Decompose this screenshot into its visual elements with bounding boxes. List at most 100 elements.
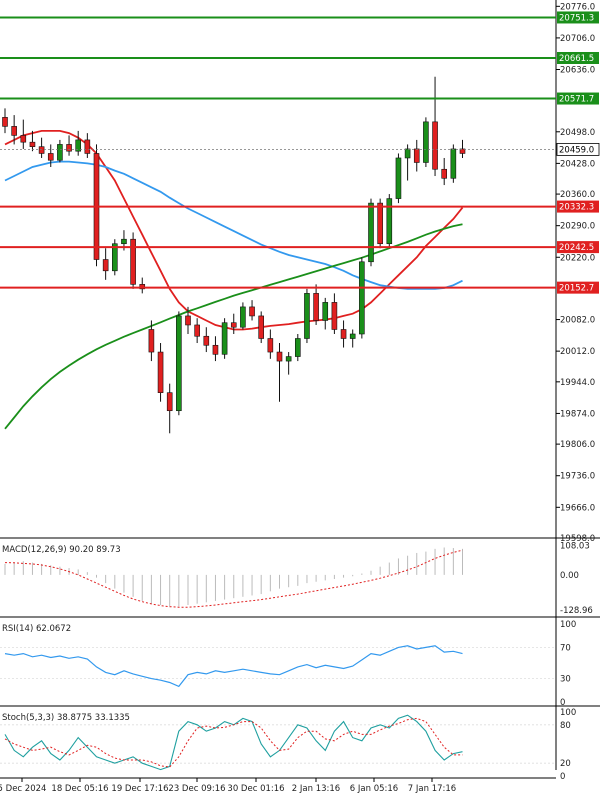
price-pane: 20776.0 20706.0 20636.0 20498.0 20428.0 20360…: [0, 0, 600, 770]
candle-body: [395, 157, 402, 199]
time-tick-label: 5 Dec 2024: [0, 784, 46, 794]
stoch-tick-label: 80: [560, 721, 571, 731]
candle-body: [413, 148, 420, 163]
stoch-tick-label: 0: [560, 772, 565, 782]
candle-body: [322, 302, 329, 321]
candle-body: [11, 126, 17, 136]
price-tick-label: 19666.0: [560, 503, 595, 513]
candle-body: [148, 329, 155, 353]
candle-body: [404, 148, 411, 159]
macd-pane: 108.03 0.00 -128.96 MACD(12,26,9) 90.20 89.…: [0, 541, 600, 618]
price-tick-label: 20636.0: [560, 66, 595, 76]
candle-body: [47, 153, 54, 161]
price-tick-label: 20776.0: [560, 2, 595, 12]
time-axis: 5 Dec 2024 18 Dec 05:16 19 Dec 17:16 23 Dec…: [0, 777, 556, 794]
candle-body: [349, 333, 356, 339]
candle-body: [304, 293, 310, 339]
trading-chart: 20776.0 20706.0 20636.0 20498.0 20428.0 20360…: [0, 0, 600, 794]
price-tick-label: 19944.0: [560, 378, 595, 388]
price-tick-label: 20360.0: [560, 190, 595, 200]
candle-body: [20, 135, 27, 143]
candle-body: [368, 202, 374, 263]
rsi-pane: 100 70 30 0 RSI(14) 62.0672: [0, 620, 600, 708]
candle-body: [203, 335, 210, 346]
rsi-tick-label: 70: [560, 643, 571, 653]
time-tick-label: 6 Jan 05:16: [350, 784, 398, 794]
candle-body: [230, 322, 237, 328]
rsi-tick-label: 100: [560, 620, 576, 630]
rsi-label: RSI(14) 62.0672: [2, 624, 71, 634]
candle-body: [194, 324, 200, 337]
rsi-tick-label: 30: [560, 675, 571, 685]
candle-body: [331, 302, 338, 330]
candle-body: [102, 259, 109, 272]
candle-body: [38, 146, 45, 154]
candle-body: [276, 351, 283, 362]
candle-body: [212, 344, 219, 355]
macd-tick-label: 108.03: [560, 541, 590, 551]
price-tick-label: 20706.0: [560, 34, 595, 44]
time-tick-label: 7 Jan 17:16: [408, 784, 456, 794]
price-level-tag-label: 20152.7: [559, 284, 594, 294]
candle-body: [432, 121, 438, 170]
macd-tick-label: -128.96: [560, 606, 593, 616]
candle-body: [359, 261, 365, 335]
stoch-tick-label: 20: [560, 759, 571, 769]
moving-average-line: [4, 160, 463, 290]
candle-body: [377, 202, 383, 245]
candle-body: [450, 148, 457, 179]
candle-body: [313, 293, 319, 321]
price-tick-label: 19874.0: [560, 409, 595, 419]
price-level-tag-label: 20332.3: [559, 203, 594, 213]
stochastic-pane: 100 80 20 0 Stoch(5,3,3) 38.8775 33.1335: [0, 708, 576, 782]
candle-body: [221, 322, 228, 355]
candle-body: [2, 117, 8, 127]
price-tick-label: 20012.0: [560, 347, 595, 357]
candle-body: [84, 139, 91, 154]
time-tick-label: 30 Dec 01:16: [227, 784, 284, 794]
price-tick-label: 20082.0: [560, 316, 595, 326]
price-level-tag-label: 20242.5: [559, 243, 594, 253]
price-tick-label: 20428.0: [560, 159, 595, 169]
price-tick-label: 19736.0: [560, 472, 595, 482]
candle-body: [340, 329, 347, 339]
price-level-tag-label: 20751.3: [559, 13, 594, 23]
macd-tick-label: 0.00: [560, 571, 579, 581]
stoch-label: Stoch(5,3,3) 38.8775 33.1335: [2, 713, 130, 723]
candle-body: [240, 306, 246, 328]
candle-body: [130, 238, 136, 285]
candle-body: [29, 141, 36, 147]
stoch-tick-label: 100: [560, 708, 576, 718]
rsi-tick-label: 0: [560, 698, 565, 708]
candle-body: [423, 121, 429, 163]
candle-body: [285, 356, 292, 362]
price-level-tag-label: 20661.5: [559, 54, 594, 64]
current-price-label: 20459.0: [559, 145, 594, 155]
candle-body: [57, 144, 63, 161]
candle-body: [386, 198, 393, 245]
time-tick-label: 23 Dec 09:16: [168, 784, 225, 794]
candle-body: [249, 306, 255, 317]
candle-body: [66, 144, 72, 152]
stoch-k-line: [4, 714, 463, 771]
macd-label: MACD(12,26,9) 90.20 89.73: [2, 545, 121, 555]
stoch-d-line: [4, 717, 463, 768]
candle-body: [157, 351, 164, 393]
price-tick-label: 19806.0: [560, 440, 595, 450]
time-tick-label: 19 Dec 17:16: [111, 784, 168, 794]
candle-body: [441, 168, 448, 179]
candle-body: [258, 315, 265, 339]
candle-body: [176, 315, 182, 412]
time-tick-label: 18 Dec 05:16: [51, 784, 108, 794]
price-tick-label: 20220.0: [560, 253, 595, 263]
time-tick-label: 2 Jan 13:16: [292, 784, 340, 794]
price-tick-label: 20498.0: [560, 128, 595, 138]
price-tick-label: 20290.0: [560, 222, 595, 232]
candle-body: [267, 338, 274, 353]
candle-body: [185, 315, 191, 326]
candle-body: [294, 338, 301, 357]
candle-body: [121, 238, 127, 245]
price-level-tag-label: 20571.7: [559, 95, 594, 105]
rsi-line: [4, 645, 463, 688]
candle-body: [166, 392, 173, 412]
